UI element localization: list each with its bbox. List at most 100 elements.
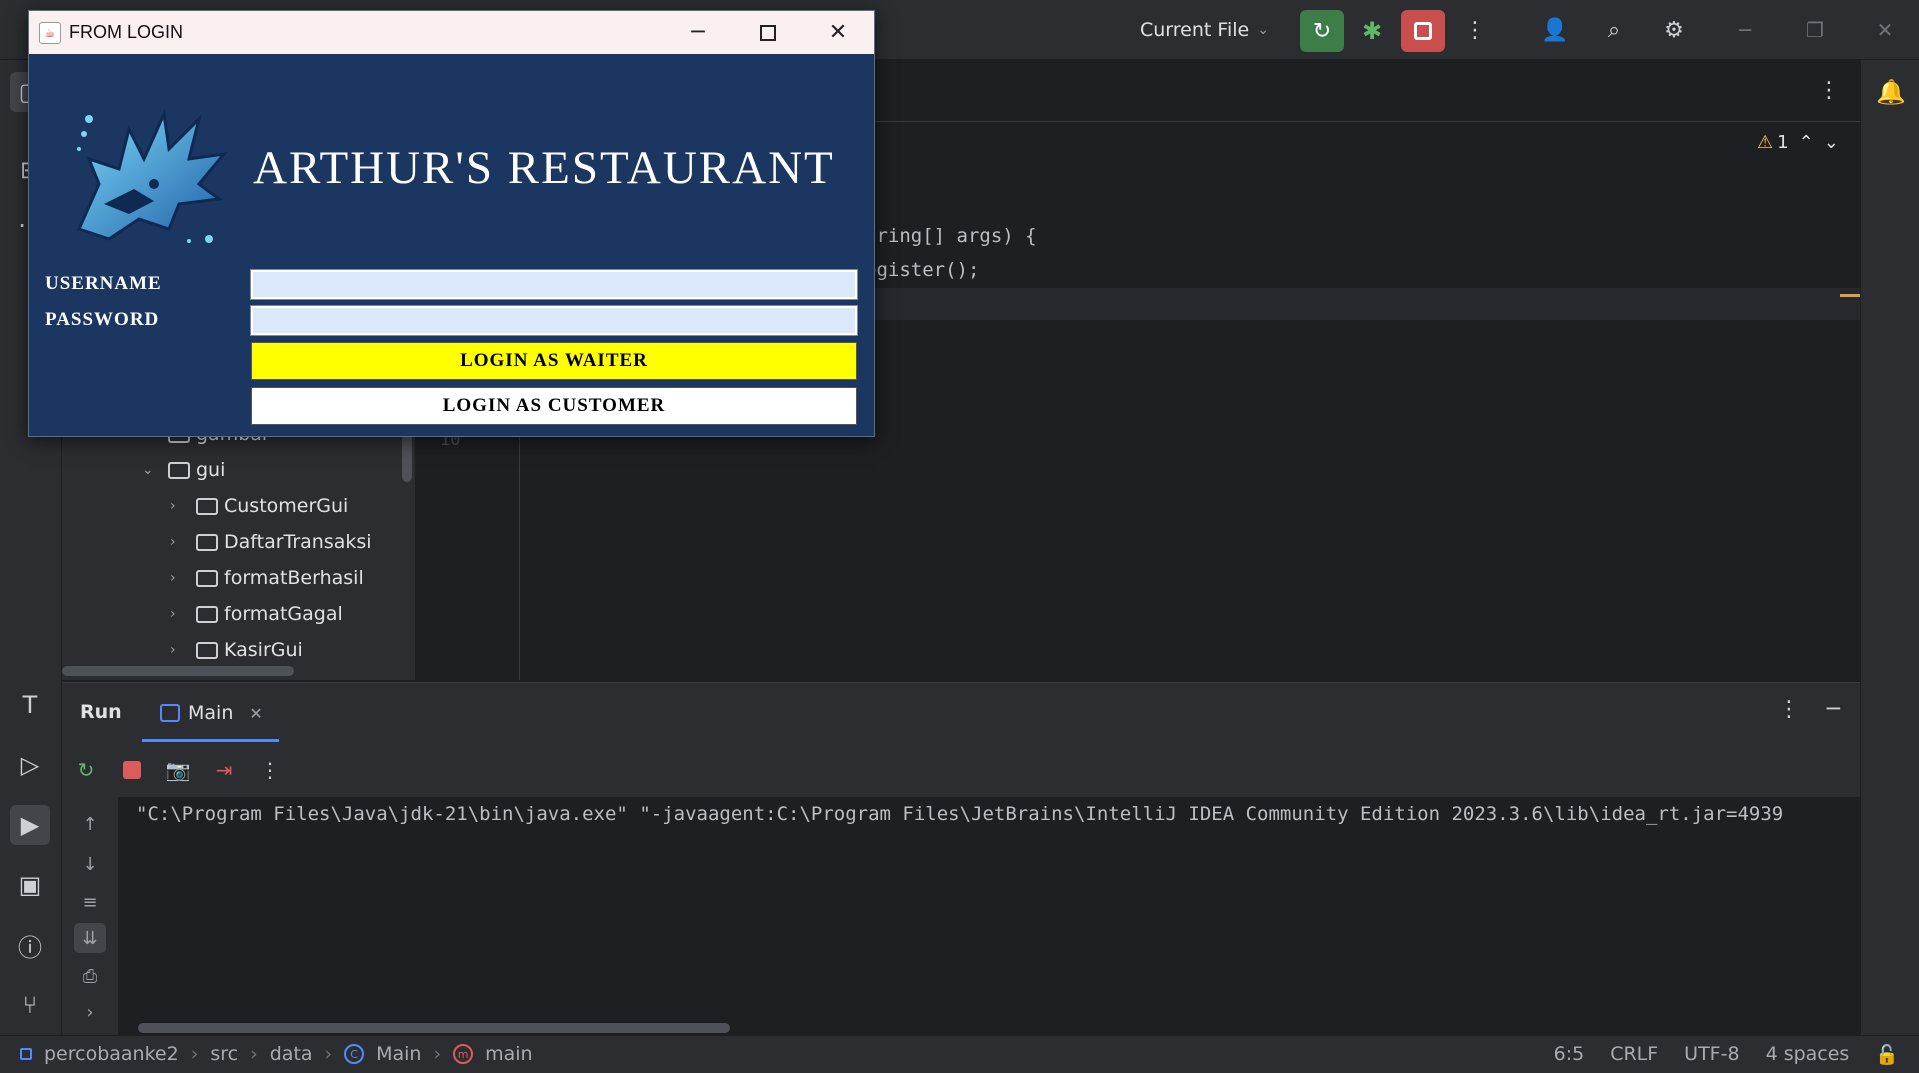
breadcrumb-item[interactable]: data [270, 1043, 313, 1065]
search-button[interactable]: ⌕ [1594, 10, 1634, 50]
password-field[interactable] [250, 305, 858, 336]
run-panel-header: Run Main ✕ ⋮ ─ [62, 683, 1860, 743]
ide-minimize-button[interactable]: ─ [1720, 10, 1770, 50]
java-icon: ☕ [39, 21, 61, 44]
run-panel-title: Run [80, 701, 122, 723]
build-tool-button[interactable]: T [10, 685, 50, 725]
chevron-up-icon[interactable]: ⌃ [1799, 132, 1814, 153]
stop-button[interactable] [116, 754, 148, 786]
dialog-close-button[interactable]: ✕ [803, 11, 873, 54]
login-waiter-button[interactable]: LOGIN AS WAITER [251, 342, 857, 380]
stop-icon [1414, 22, 1432, 40]
project-icon [20, 1048, 32, 1060]
terminal-tool-button[interactable]: ▣ [10, 865, 50, 905]
print-button[interactable]: ⎙ [74, 961, 106, 991]
run-more-button[interactable]: ⋮ [1778, 697, 1800, 722]
chevron-right-icon: › [250, 1043, 258, 1065]
terminal-icon: ▣ [18, 871, 42, 899]
exit-button[interactable]: ⇥ [208, 754, 240, 786]
more-actions-button[interactable]: ⋮ [1455, 10, 1495, 50]
breadcrumb-item[interactable]: percobaanke2 [44, 1043, 179, 1065]
run-toolbar-more-button[interactable]: ⋮ [254, 754, 286, 786]
login-customer-button[interactable]: LOGIN AS CUSTOMER [251, 387, 857, 425]
tree-item[interactable]: › CustomerGui [170, 489, 348, 523]
rerun-button[interactable]: ↻ [1300, 10, 1344, 52]
dialog-title-bar[interactable]: ☕ FROM LOGIN ─ ✕ [29, 11, 874, 54]
editor-more-button[interactable]: ⋮ [1818, 78, 1840, 103]
run-icon: ▶ [20, 811, 40, 839]
restore-icon: ❐ [1806, 18, 1824, 42]
inspection-widget[interactable]: ⚠ 1 ⌃ ⌄ [1757, 132, 1839, 153]
run-config-selector[interactable]: Current File ⌄ [1140, 12, 1269, 48]
debug-button[interactable]: ✱ [1352, 10, 1392, 52]
project-horizontal-scrollbar[interactable] [62, 666, 294, 676]
chevron-right-icon: › [170, 570, 176, 586]
console-horizontal-scrollbar[interactable] [138, 1023, 730, 1033]
indent-setting[interactable]: 4 spaces [1766, 1043, 1850, 1066]
tree-item[interactable]: › KasirGui [170, 633, 303, 667]
exit-icon: ⇥ [215, 758, 233, 782]
form-icon [196, 497, 218, 515]
stop-button[interactable] [1401, 10, 1445, 52]
more-vertical-icon: ⋮ [1464, 17, 1486, 43]
method-icon: m [453, 1044, 474, 1064]
run-config-label: Current File [1140, 19, 1250, 41]
username-label: USERNAME [45, 273, 162, 294]
problems-tool-button[interactable]: ⓘ [10, 925, 50, 965]
tree-item[interactable]: › formatBerhasil [170, 561, 364, 595]
soft-wrap-button[interactable]: ≡ [74, 887, 106, 917]
ide-restore-button[interactable]: ❐ [1790, 10, 1840, 50]
scroll-to-end-button[interactable]: ⇊ [74, 923, 106, 953]
scroll-down-button[interactable]: ↓ [74, 849, 106, 879]
screenshot-button[interactable]: 📷 [162, 754, 194, 786]
tree-item[interactable]: › formatGagal [170, 597, 343, 631]
breadcrumb-item[interactable]: main [485, 1043, 532, 1065]
tree-item-label: KasirGui [224, 639, 303, 661]
chevron-down-icon: ⌄ [142, 462, 154, 478]
minimize-icon: ─ [1738, 18, 1752, 42]
dialog-title: FROM LOGIN [69, 22, 184, 42]
close-icon[interactable]: ✕ [249, 704, 262, 723]
expand-button[interactable]: › [74, 997, 106, 1027]
run-tool-button[interactable]: ▶ [10, 805, 50, 845]
line-ending[interactable]: CRLF [1610, 1043, 1658, 1066]
breadcrumb-item[interactable]: src [210, 1043, 238, 1065]
error-stripe-marker[interactable] [1840, 294, 1860, 297]
chevron-right-icon: › [433, 1043, 442, 1065]
file-encoding[interactable]: UTF-8 [1684, 1043, 1739, 1066]
app-window-icon [160, 704, 180, 722]
tree-item-label: formatGagal [224, 603, 343, 625]
project-vertical-scrollbar[interactable] [402, 430, 412, 482]
stop-icon [123, 761, 141, 779]
notifications-button[interactable]: 🔔 [1871, 72, 1911, 112]
tree-item[interactable]: › DaftarTransaksi [170, 525, 372, 559]
lock-icon[interactable]: 🔓 [1875, 1043, 1899, 1066]
breadcrumb-item[interactable]: Main [376, 1043, 421, 1065]
minimize-icon: ─ [1826, 697, 1840, 722]
more-vertical-icon: ⋮ [1818, 78, 1840, 103]
form-icon [196, 533, 218, 551]
scroll-up-button[interactable]: ↑ [74, 809, 106, 839]
search-icon: ⌕ [1607, 17, 1621, 43]
username-field[interactable] [250, 269, 858, 300]
caret-position[interactable]: 6:5 [1554, 1043, 1585, 1066]
chevron-down-icon[interactable]: ⌄ [1824, 132, 1839, 153]
ide-close-button[interactable]: ✕ [1860, 10, 1910, 50]
settings-button[interactable]: ⚙ [1654, 10, 1694, 50]
git-tool-button[interactable]: ⑂ [10, 985, 50, 1025]
tab-main-label: Main [188, 702, 234, 724]
tree-item[interactable]: ⌄ gui [142, 453, 225, 487]
tab-main[interactable]: Main ✕ [160, 697, 263, 729]
arrow-down-icon: ↓ [82, 853, 98, 875]
rerun-button[interactable]: ↻ [70, 754, 102, 786]
right-tool-strip: 🔔 [1860, 60, 1919, 1035]
gear-icon: ⚙ [1664, 17, 1684, 43]
dialog-minimize-button[interactable]: ─ [663, 11, 733, 54]
scroll-end-icon: ⇊ [82, 927, 98, 949]
add-user-button[interactable]: 👤 [1535, 10, 1575, 50]
form-icon [196, 569, 218, 587]
class-icon: C [344, 1044, 365, 1064]
dialog-maximize-button[interactable] [733, 11, 803, 54]
services-tool-button[interactable]: ▷ [10, 745, 50, 785]
run-hide-button[interactable]: ─ [1827, 697, 1840, 722]
